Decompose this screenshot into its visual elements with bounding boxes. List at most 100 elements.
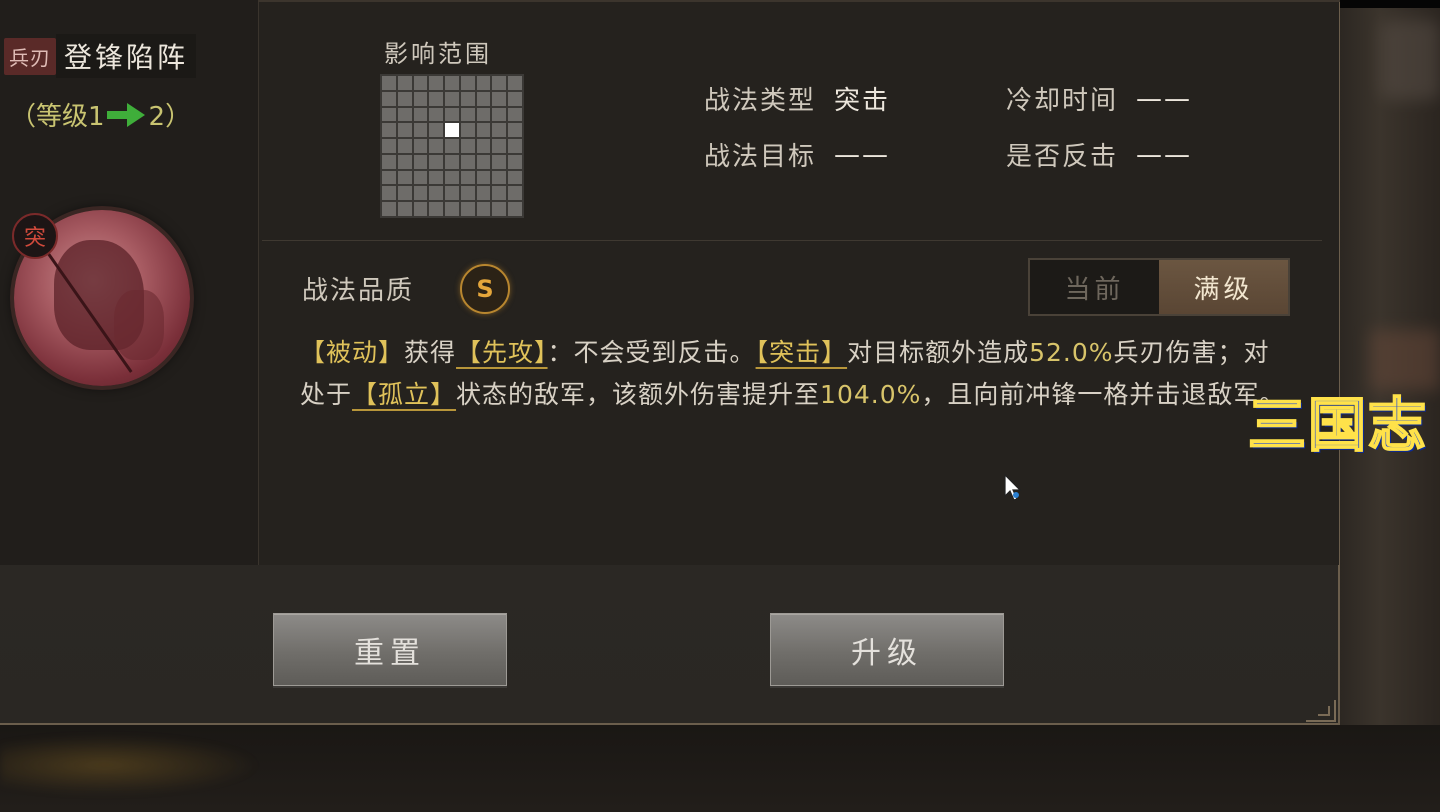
desc-text: 获得 [404,338,457,367]
range-cell [429,76,444,90]
background-blur [1380,20,1440,100]
range-cell [445,76,459,90]
background-glow [0,735,260,795]
range-cell [460,91,475,106]
level-to: 2） [148,102,192,132]
reset-button[interactable]: 重置 [273,613,507,686]
range-cell [508,170,522,185]
attr-counterattack: 是否反击 —— [1006,136,1192,173]
range-cell [476,170,491,185]
desc-keyword-first-strike[interactable]: 【先攻】 [456,338,548,367]
range-cell [397,202,412,216]
range-cell [460,202,475,216]
range-cell [429,139,444,153]
range-cell [508,139,522,153]
level-from: （等级1 [10,102,105,132]
range-cell [429,107,444,122]
range-cell [460,170,475,185]
range-cell [476,139,491,153]
range-cell [460,139,475,153]
attr-value: —— [1136,139,1193,170]
range-cell [508,107,522,122]
range-cell [445,91,459,106]
attr-label: 战法类型 [704,86,817,116]
range-cell [397,154,412,169]
attr-value: —— [1136,83,1193,114]
range-cell [476,202,491,216]
range-cell-active [445,123,459,138]
attr-value: 突击 [834,86,891,116]
range-cell [397,107,412,122]
range-cell [382,123,396,138]
range-cell [382,107,396,122]
range-cell [413,123,428,138]
range-cell [476,91,491,106]
range-cell [476,186,491,201]
desc-text: ，且向前冲锋一格并击退敌军。 [921,380,1286,409]
range-cell [413,107,428,122]
range-cell [397,186,412,201]
range-cell [460,186,475,201]
panel-top-edge [258,0,1340,2]
range-cell [413,154,428,169]
desc-text: 对目标额外造成 [847,338,1030,367]
upgrade-button[interactable]: 升级 [770,613,1004,686]
rider-silhouette [114,290,164,360]
range-cell [445,139,459,153]
skill-category-tag: 兵刃 [4,37,56,75]
desc-text: ：不会受到反击。 [547,338,756,367]
attr-label: 是否反击 [1006,142,1119,172]
toggle-max-level[interactable]: 满级 [1159,260,1288,314]
desc-value: 104.0% [820,380,922,409]
attr-label: 冷却时间 [1006,86,1119,116]
range-cell [429,186,444,201]
range-cell [413,139,428,153]
range-cell [492,91,507,106]
range-cell [492,107,507,122]
desc-text: 状态的敌军，该额外伤害提升至 [456,380,821,409]
range-cell [382,154,396,169]
range-cell [382,170,396,185]
range-cell [382,139,396,153]
range-cell [397,76,412,90]
attr-value: —— [834,139,891,170]
range-cell [445,170,459,185]
range-cell [508,123,522,138]
arrow-right-icon [106,102,147,127]
range-cell [413,186,428,201]
range-cell [397,139,412,153]
range-cell [508,202,522,216]
range-cell [460,107,475,122]
corner-ornament [1306,700,1336,722]
range-cell [445,186,459,201]
desc-keyword-assault[interactable]: 【突击】 [756,338,848,367]
range-cell [476,154,491,169]
range-cell [382,91,396,106]
range-cell [397,91,412,106]
skill-type-badge: 突 [12,213,58,259]
range-cell [382,202,396,216]
watermark-logo: 三国志 [1248,390,1429,460]
range-cell [492,76,507,90]
skill-name: 登锋陷阵 [56,34,197,78]
range-cell [492,202,507,216]
range-cell [445,202,459,216]
range-cell [508,76,522,90]
level-view-toggle: 当前 满级 [1028,258,1290,316]
range-cell [492,139,507,153]
range-label: 影响范围 [384,40,492,68]
range-cell [476,76,491,90]
skill-level: （等级1 2） [10,96,191,133]
quality-grade-badge: S [460,264,510,314]
desc-value: 52.0% [1029,338,1114,367]
toggle-current[interactable]: 当前 [1030,260,1159,314]
range-cell [460,76,475,90]
range-cell [382,76,396,90]
desc-keyword-isolated[interactable]: 【孤立】 [352,380,456,409]
range-cell [508,91,522,106]
desc-keyword-passive: 【被动】 [300,338,405,367]
range-cell [492,123,507,138]
skill-description: 【被动】获得【先攻】：不会受到反击。【突击】对目标额外造成52.0%兵刃伤害；对… [300,332,1290,416]
range-cell [397,123,412,138]
range-cell [413,202,428,216]
